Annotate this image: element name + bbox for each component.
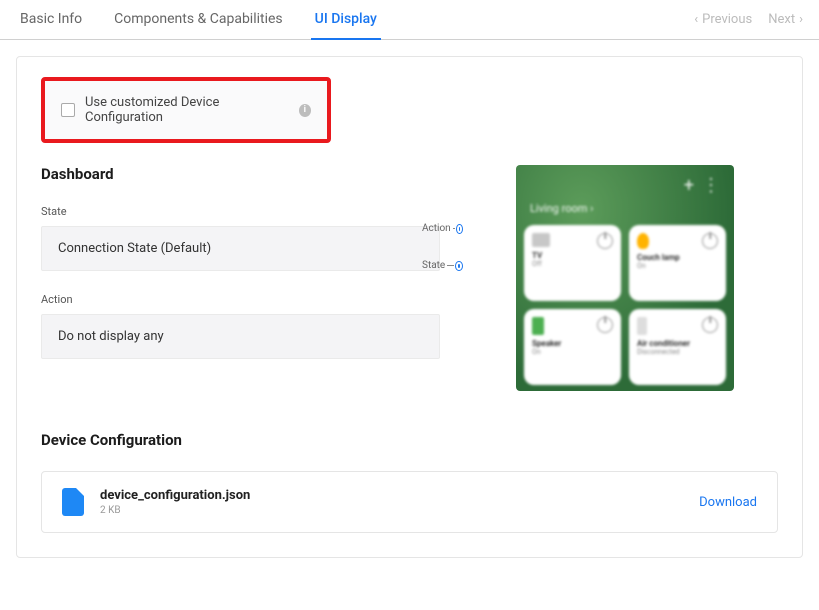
file-size: 2 KB [100, 505, 250, 516]
tile-tv: TVOff [524, 225, 621, 301]
dashboard-heading: Dashboard [41, 165, 440, 183]
tab-components[interactable]: Components & Capabilities [110, 0, 286, 40]
customize-config-checkbox[interactable] [61, 103, 75, 117]
previous-button[interactable]: ‹ Previous [694, 12, 752, 27]
power-icon [702, 317, 718, 333]
action-label: Action [41, 293, 440, 306]
page-nav: ‹ Previous Next › [694, 12, 803, 27]
file-name: device_configuration.json [100, 488, 250, 503]
tile-couch-lamp: Couch lampOn [629, 225, 726, 301]
plus-icon: + [684, 175, 694, 196]
power-icon [597, 317, 613, 333]
customize-config-highlight: Use customized Device Configuration i [41, 77, 331, 143]
action-select[interactable]: Do not display any [41, 314, 440, 359]
device-config-heading: Device Configuration [41, 431, 778, 449]
more-icon: ⋮ [702, 175, 720, 196]
customize-config-label: Use customized Device Configuration [85, 95, 289, 125]
chevron-right-icon: › [799, 12, 803, 27]
power-icon [597, 233, 613, 249]
preview-action-pointer: Action [422, 223, 462, 234]
info-icon[interactable]: i [299, 104, 311, 117]
ui-display-card: Use customized Device Configuration i Da… [16, 56, 803, 558]
tile-speaker: SpeakerOn [524, 309, 621, 385]
next-button[interactable]: Next › [768, 12, 803, 27]
preview-state-pointer: State [422, 260, 462, 271]
dashboard-preview: Action State +⋮ Living room › TVOff Couc… [468, 165, 778, 391]
tab-ui-display[interactable]: UI Display [311, 0, 381, 40]
tab-bar: Basic Info Components & Capabilities UI … [0, 0, 819, 40]
tile-air-conditioner: Air conditionerDisconnected [629, 309, 726, 385]
state-label: State [41, 205, 440, 218]
state-select[interactable]: Connection State (Default) [41, 226, 440, 271]
device-config-file-row: device_configuration.json 2 KB Download [41, 471, 778, 533]
tab-basic-info[interactable]: Basic Info [16, 0, 86, 40]
room-label: Living room › [524, 198, 726, 225]
power-icon [702, 233, 718, 249]
file-icon [62, 488, 84, 516]
chevron-left-icon: ‹ [694, 12, 698, 27]
download-link[interactable]: Download [699, 495, 757, 510]
